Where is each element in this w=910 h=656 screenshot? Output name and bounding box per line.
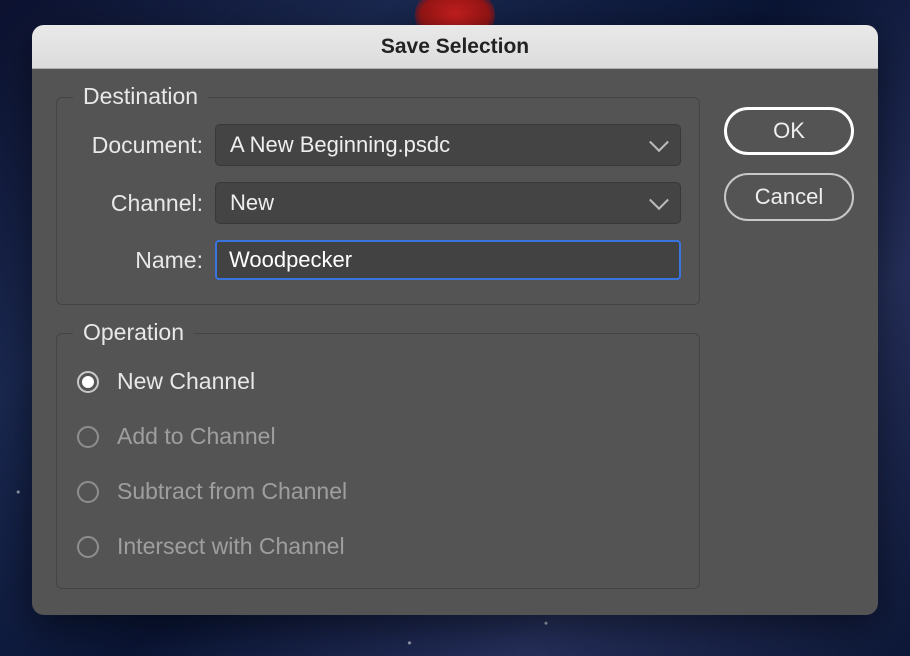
channel-value: New xyxy=(230,190,274,216)
radio-icon xyxy=(77,371,99,393)
ok-button[interactable]: OK xyxy=(724,107,854,155)
document-row: Document: A New Beginning.psdc xyxy=(75,124,681,166)
radio-label: Add to Channel xyxy=(117,423,276,450)
radio-icon xyxy=(77,481,99,503)
button-column: OK Cancel xyxy=(724,97,854,615)
operation-subtract-from-channel: Subtract from Channel xyxy=(75,470,681,525)
radio-icon xyxy=(77,536,99,558)
save-selection-dialog: Save Selection Destination Document: A N… xyxy=(32,25,878,615)
channel-select[interactable]: New xyxy=(215,182,681,224)
radio-label: New Channel xyxy=(117,368,255,395)
dialog-title: Save Selection xyxy=(381,35,529,59)
cancel-button[interactable]: Cancel xyxy=(724,173,854,221)
document-select[interactable]: A New Beginning.psdc xyxy=(215,124,681,166)
form-column: Destination Document: A New Beginning.ps… xyxy=(56,97,700,615)
operation-new-channel[interactable]: New Channel xyxy=(75,360,681,415)
radio-label: Subtract from Channel xyxy=(117,478,347,505)
operation-intersect-with-channel: Intersect with Channel xyxy=(75,525,681,580)
dialog-content: Destination Document: A New Beginning.ps… xyxy=(32,69,878,615)
name-label: Name: xyxy=(75,247,215,274)
dialog-titlebar: Save Selection xyxy=(32,25,878,69)
destination-fieldset: Destination Document: A New Beginning.ps… xyxy=(56,97,700,305)
document-value: A New Beginning.psdc xyxy=(230,132,450,158)
operation-fieldset: Operation New Channel Add to Channel Sub… xyxy=(56,333,700,589)
channel-row: Channel: New xyxy=(75,182,681,224)
destination-legend: Destination xyxy=(73,83,208,110)
name-input[interactable] xyxy=(215,240,681,280)
radio-icon xyxy=(77,426,99,448)
radio-label: Intersect with Channel xyxy=(117,533,345,560)
channel-label: Channel: xyxy=(75,190,215,217)
operation-legend: Operation xyxy=(73,319,194,346)
operation-add-to-channel: Add to Channel xyxy=(75,415,681,470)
document-label: Document: xyxy=(75,132,215,159)
name-row: Name: xyxy=(75,240,681,280)
